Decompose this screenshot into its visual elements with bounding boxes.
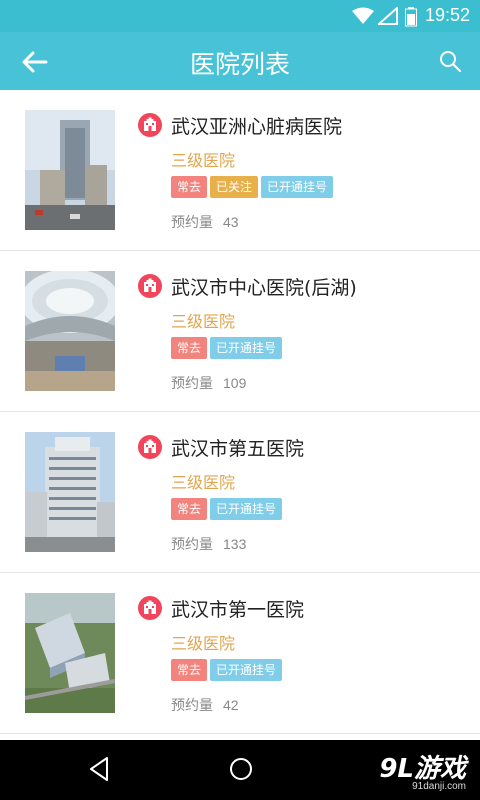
appointment-count-label: 预约量 bbox=[171, 376, 213, 392]
hospital-photo bbox=[25, 271, 115, 391]
watermark-brand: 9L游戏 bbox=[379, 754, 466, 784]
clock: 19:52 bbox=[424, 5, 470, 25]
tag-frequent: 常去 bbox=[171, 498, 208, 520]
status-bar: 19:52 bbox=[0, 0, 480, 32]
hospital-icon bbox=[138, 435, 162, 459]
watermark: 9L游戏 91danji.com bbox=[379, 748, 466, 792]
tag-followed: 已关注 bbox=[210, 176, 259, 198]
wifi-icon bbox=[352, 7, 374, 24]
hospital-list: 武汉亚洲心脏病医院 三级医院 常去 已关注 已开通挂号 预约量 43 武汉市中心… bbox=[0, 90, 480, 740]
hospital-level: 三级医院 bbox=[171, 473, 236, 492]
hospital-level: 三级医院 bbox=[171, 151, 236, 170]
hospital-item[interactable]: 武汉市第一医院 三级医院 常去 已开通挂号 预约量 42 bbox=[0, 573, 480, 734]
nav-home-icon[interactable] bbox=[228, 755, 254, 783]
tag-group: 常去 已关注 已开通挂号 bbox=[171, 176, 334, 198]
tag-frequent: 常去 bbox=[171, 659, 208, 681]
appointment-count: 预约量 109 bbox=[171, 373, 246, 393]
appointment-count-value: 133 bbox=[223, 536, 247, 552]
hospital-item[interactable]: 武汉亚洲心脏病医院 三级医院 常去 已关注 已开通挂号 预约量 43 bbox=[0, 90, 480, 251]
hospital-icon bbox=[138, 274, 162, 298]
hospital-level: 三级医院 bbox=[171, 634, 236, 653]
hospital-icon bbox=[138, 596, 162, 620]
tag-registration-open: 已开通挂号 bbox=[261, 176, 334, 198]
hospital-photo bbox=[25, 110, 115, 230]
hospital-photo bbox=[25, 593, 115, 713]
hospital-item[interactable]: 武汉市中心医院(后湖) 三级医院 常去 已开通挂号 预约量 109 bbox=[0, 251, 480, 412]
appointment-count-label: 预约量 bbox=[171, 698, 213, 714]
hospital-name: 武汉市中心医院(后湖) bbox=[171, 277, 357, 299]
hospital-level: 三级医院 bbox=[171, 312, 236, 331]
appointment-count-label: 预约量 bbox=[171, 215, 213, 231]
system-nav-bar: 9L游戏 91danji.com bbox=[0, 740, 480, 800]
battery-icon bbox=[405, 7, 417, 27]
hospital-name: 武汉亚洲心脏病医院 bbox=[171, 116, 343, 138]
tag-registration-open: 已开通挂号 bbox=[210, 337, 283, 359]
tag-frequent: 常去 bbox=[171, 176, 208, 198]
appointment-count: 预约量 133 bbox=[171, 534, 246, 554]
appointment-count-value: 42 bbox=[223, 697, 239, 713]
appointment-count: 预约量 43 bbox=[171, 212, 239, 232]
tag-group: 常去 已开通挂号 bbox=[171, 498, 283, 520]
signal-icon bbox=[378, 7, 398, 25]
hospital-name: 武汉市第五医院 bbox=[171, 438, 305, 460]
hospital-item[interactable]: 武汉市第五医院 三级医院 常去 已开通挂号 预约量 133 bbox=[0, 412, 480, 573]
tag-group: 常去 已开通挂号 bbox=[171, 337, 283, 359]
appointment-count-label: 预约量 bbox=[171, 537, 213, 553]
appointment-count-value: 109 bbox=[223, 375, 247, 391]
appointment-count: 预约量 42 bbox=[171, 695, 239, 715]
tag-registration-open: 已开通挂号 bbox=[210, 498, 283, 520]
search-icon[interactable] bbox=[438, 49, 462, 73]
appointment-count-value: 43 bbox=[223, 214, 239, 230]
app-bar: 医院列表 bbox=[0, 32, 480, 90]
tag-frequent: 常去 bbox=[171, 337, 208, 359]
tag-group: 常去 已开通挂号 bbox=[171, 659, 283, 681]
nav-back-icon[interactable] bbox=[88, 755, 110, 783]
hospital-name: 武汉市第一医院 bbox=[171, 599, 305, 621]
page-title: 医院列表 bbox=[189, 50, 290, 79]
tag-registration-open: 已开通挂号 bbox=[210, 659, 283, 681]
hospital-icon bbox=[138, 113, 162, 137]
hospital-photo bbox=[25, 432, 115, 552]
